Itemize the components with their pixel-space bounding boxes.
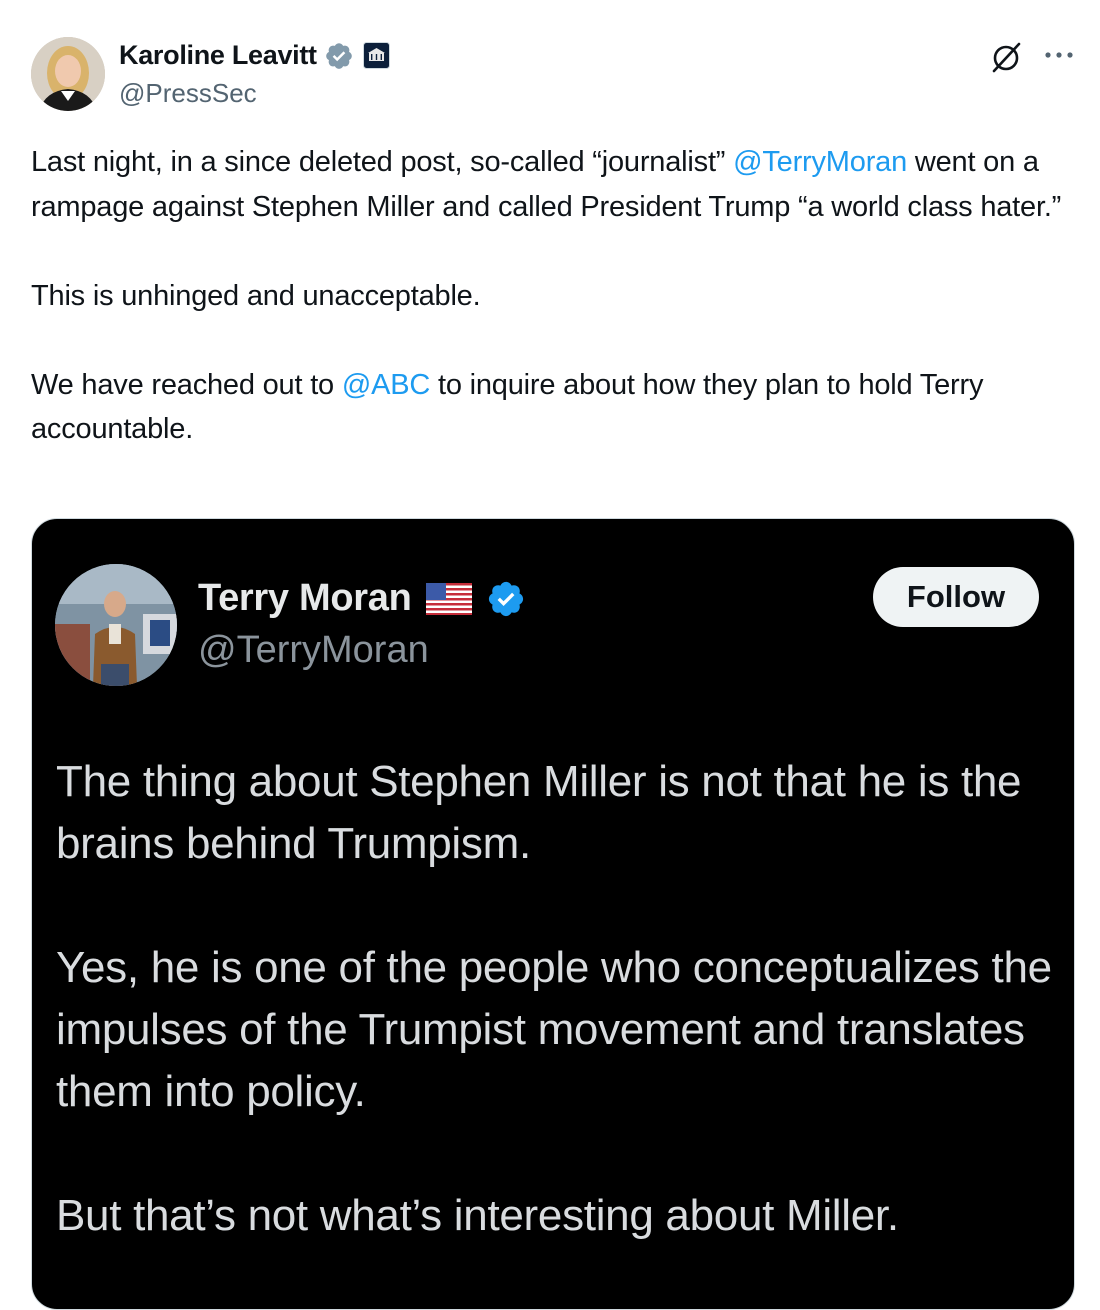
author-avatar[interactable] bbox=[31, 37, 105, 111]
post-paragraph-1: Last night, in a since deleted post, so-… bbox=[31, 140, 1081, 229]
post-text-segment: We have reached out to bbox=[31, 368, 342, 401]
embedded-display-name: Terry Moran bbox=[198, 577, 412, 619]
mention-abc-link[interactable]: @ABC bbox=[342, 369, 430, 401]
more-options-icon[interactable] bbox=[1044, 48, 1074, 62]
verified-badge-icon bbox=[488, 581, 523, 616]
us-flag-icon bbox=[425, 582, 472, 615]
user-avatar-icon bbox=[55, 564, 177, 686]
author-display-name[interactable]: Karoline Leavitt bbox=[119, 40, 317, 71]
post-text-segment: Last night, in a since deleted post, so-… bbox=[31, 146, 734, 178]
follow-button[interactable]: Follow bbox=[873, 567, 1039, 627]
mention-terrymoran-link[interactable]: @TerryMoran bbox=[733, 146, 907, 178]
verified-badge-icon[interactable] bbox=[324, 41, 354, 71]
embedded-author-avatar[interactable] bbox=[55, 564, 177, 686]
embedded-name-row: Terry Moran bbox=[198, 577, 526, 620]
author-handle[interactable]: @PressSec bbox=[119, 78, 257, 109]
embedded-handle: @TerryMoran bbox=[198, 629, 429, 671]
embedded-paragraph-3: But that’s not what’s interesting about … bbox=[56, 1191, 899, 1240]
post-paragraph-3: We have reached out to @ABC to inquire a… bbox=[31, 363, 1081, 452]
embedded-paragraph-2: Yes, he is one of the people who concept… bbox=[56, 943, 1052, 1116]
post-paragraph-2: This is unhinged and unacceptable. bbox=[31, 279, 481, 312]
tweet: Karoline Leavitt @PressSec Last night, i… bbox=[0, 0, 1100, 1310]
author-name-row: Karoline Leavitt bbox=[119, 40, 390, 71]
embedded-post-text: The thing about Stephen Miller is not th… bbox=[56, 751, 1056, 1247]
white-house-badge-icon[interactable] bbox=[362, 42, 390, 69]
embedded-screenshot-card[interactable]: Terry Moran @TerryMoran Follow The thing… bbox=[31, 518, 1075, 1310]
post-text: Last night, in a since deleted post, so-… bbox=[31, 140, 1081, 452]
user-avatar-icon bbox=[31, 37, 105, 111]
grok-icon[interactable] bbox=[990, 40, 1024, 74]
embedded-paragraph-1: The thing about Stephen Miller is not th… bbox=[56, 757, 1022, 868]
